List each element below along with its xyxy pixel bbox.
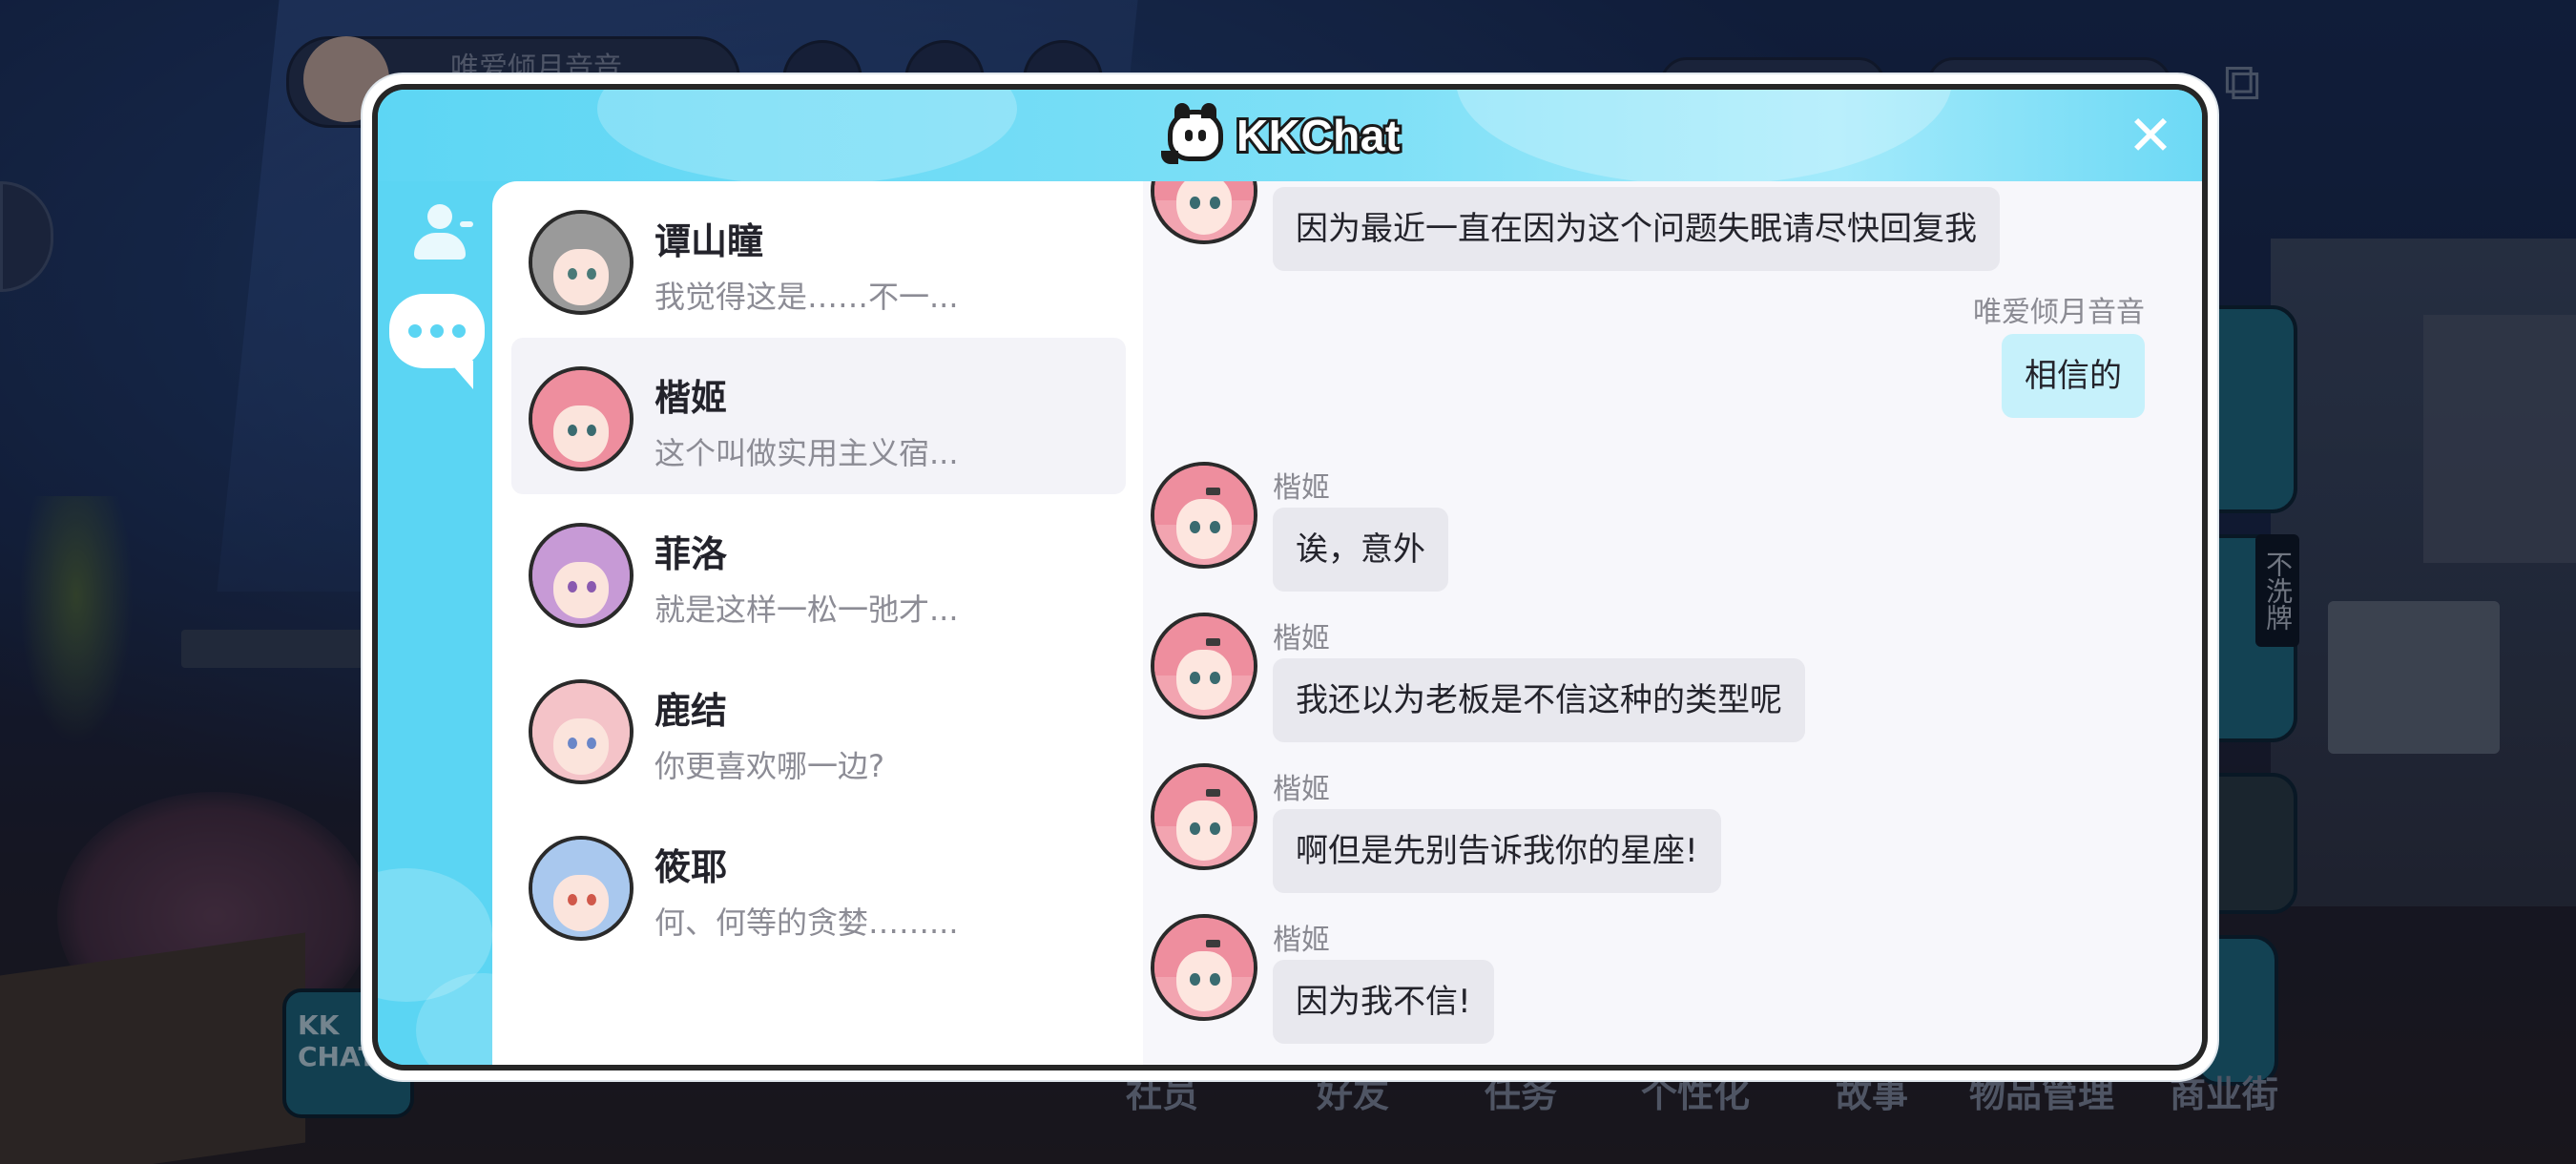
message-avatar[interactable]	[1151, 462, 1257, 569]
contact-last-message: 何、何等的贪婪……...	[654, 904, 959, 941]
contact-name: 菲洛	[654, 533, 728, 575]
contact-name: 谭山瞳	[654, 220, 764, 262]
avatar	[529, 679, 634, 784]
my-message-bubble: 相信的	[2002, 334, 2145, 418]
message-bubble: 诶，意外	[1273, 508, 1448, 592]
message-sender: 唯爱倾月音音	[1973, 296, 2145, 329]
message-avatar[interactable]	[1151, 181, 1257, 244]
message-avatar[interactable]	[1151, 613, 1257, 719]
contact-last-message: 我觉得这是……不一...	[654, 279, 959, 315]
left-rail	[378, 181, 492, 1065]
message-bubble: 因为最近一直在因为这个问题失眠请尽快回复我	[1273, 187, 2000, 271]
contact-last-message: 这个叫做实用主义宿...	[654, 435, 959, 471]
avatar	[529, 366, 634, 471]
contact-item[interactable]: 谭山瞳我觉得这是……不一...	[511, 181, 1126, 338]
contact-name: 楷姬	[654, 377, 728, 419]
contact-last-message: 你更喜欢哪一边?	[654, 748, 884, 784]
message-avatar[interactable]	[1151, 914, 1257, 1021]
contact-name: 鹿结	[654, 690, 728, 732]
dialog-screen: KKChat ✕ 谭山瞳 我觉得这是……不一... 楷姬 这个叫做实用主义宿..…	[378, 90, 2202, 1065]
contact-last-message: 就是这样一松一弛才...	[654, 592, 959, 628]
message-sender: 楷姬	[1273, 622, 1330, 655]
avatar	[529, 210, 634, 315]
message-bubble: 啊但是先别告诉我你的星座!	[1273, 809, 1721, 893]
dialog-frame: KKChat ✕ 谭山瞳 我觉得这是……不一... 楷姬 这个叫做实用主义宿..…	[372, 84, 2208, 1070]
message-bubble: 我还以为老板是不信这种的类型呢	[1273, 658, 1805, 742]
avatar	[529, 523, 634, 628]
message-sender: 楷姬	[1273, 773, 1330, 806]
dialog-title: KKChat	[1234, 108, 1402, 163]
chat-panel[interactable]: 因为最近一直在因为这个问题失眠请尽快回复我 唯爱倾月音音 相信的 楷姬 诶，意外 楷姬 我还…	[1143, 181, 2202, 1065]
avatar	[529, 836, 634, 941]
close-icon[interactable]: ✕	[2126, 108, 2175, 163]
dialog-header: KKChat ✕	[378, 90, 2202, 185]
person-icon	[414, 204, 473, 261]
header-cloud	[1456, 90, 1952, 185]
message-sender: 楷姬	[1273, 924, 1330, 957]
contact-name: 筱耶	[654, 846, 728, 888]
kkchat-cat-icon	[1161, 103, 1223, 164]
contact-item[interactable]: 鹿结你更喜欢哪一边?	[511, 651, 1126, 807]
contact-list: 谭山瞳 我觉得这是……不一... 楷姬 这个叫做实用主义宿... 菲洛 就是这样一松一弛才…	[492, 181, 1143, 1065]
brand: KKChat	[1161, 103, 1402, 164]
contacts-tab[interactable]	[387, 191, 483, 286]
contact-item[interactable]: 菲洛就是这样一松一弛才...	[511, 494, 1126, 651]
contact-item[interactable]: 楷姬这个叫做实用主义宿...	[511, 338, 1126, 494]
kkchat-dialog: KKChat ✕ 谭山瞳 我觉得这是……不一... 楷姬 这个叫做实用主义宿..…	[363, 74, 2217, 1080]
header-cloud	[597, 90, 1017, 185]
contact-item[interactable]: 筱耶何、何等的贪婪……...	[511, 807, 1126, 964]
message-bubble: 因为我不信!	[1273, 960, 1494, 1044]
chat-bubble-icon	[389, 294, 485, 389]
message-sender: 楷姬	[1273, 471, 1330, 505]
chats-tab[interactable]	[389, 294, 485, 393]
message-avatar[interactable]	[1151, 763, 1257, 870]
